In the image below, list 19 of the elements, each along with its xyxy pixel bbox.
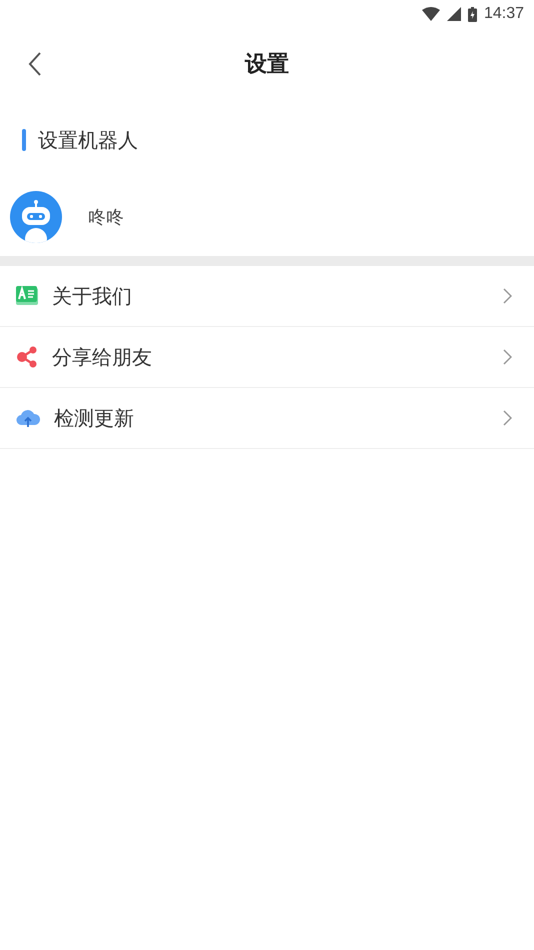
menu-item[interactable]: 检测更新 — [0, 388, 534, 449]
chevron-right-icon — [503, 349, 512, 365]
robot-avatar-icon[interactable] — [10, 191, 62, 243]
robot-name: 咚咚 — [88, 206, 124, 229]
id-card-icon — [16, 286, 38, 306]
chevron-right-icon — [503, 410, 512, 426]
menu-item[interactable]: 关于我们 — [0, 266, 534, 327]
section-title: 设置机器人 — [38, 126, 138, 154]
cloud-upload-icon — [16, 408, 40, 428]
status-time: 14:37 — [484, 5, 524, 23]
signal-icon — [446, 7, 461, 21]
wifi-icon — [422, 7, 440, 21]
chevron-right-icon — [503, 288, 512, 304]
share-icon — [16, 346, 38, 368]
page-title: 设置 — [245, 51, 289, 79]
menu-item[interactable]: 分享给朋友 — [0, 327, 534, 388]
section-marker — [22, 129, 26, 151]
battery-icon — [468, 6, 477, 22]
back-icon[interactable] — [28, 51, 42, 77]
